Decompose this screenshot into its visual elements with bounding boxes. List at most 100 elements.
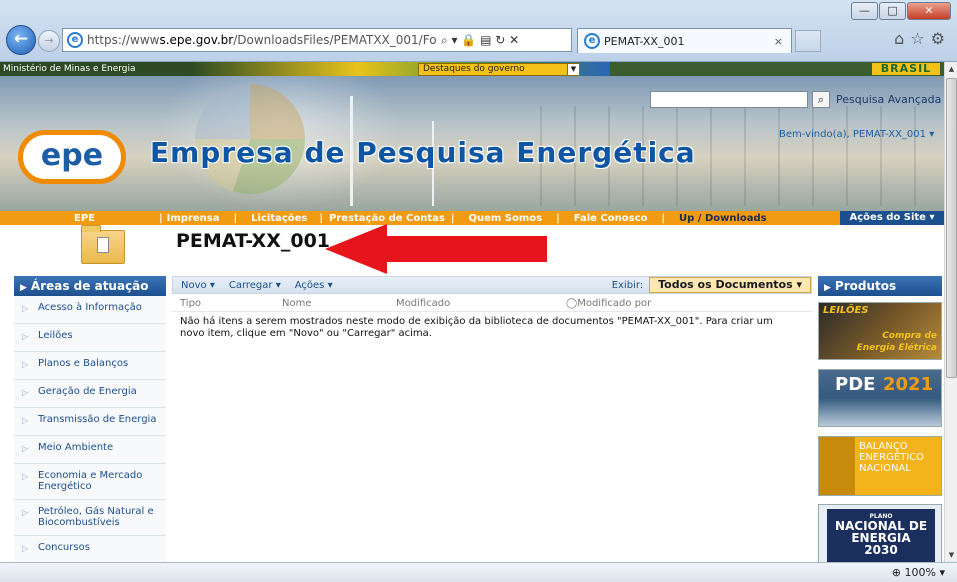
address-bar[interactable]: e https://wwws.epe.gov.br/DownloadsFiles… (62, 28, 572, 52)
new-menu-button[interactable]: Novo ▾ (181, 280, 215, 291)
view-value: Todos os Documentos (658, 278, 793, 291)
upload-menu-button[interactable]: Carregar ▾ (229, 280, 281, 291)
balanco-title: BALANÇO ENERGÉTICO NACIONAL (859, 441, 925, 474)
left-nav-item[interactable]: ▷ Acesso à Informação (14, 296, 166, 324)
nav-separator: | (661, 212, 666, 224)
red-arrow-annotation (325, 224, 547, 274)
nav-item-licitacoes[interactable]: Licitações (237, 213, 319, 224)
bullet-icon: ▷ (22, 508, 29, 517)
gov-highlights-select[interactable]: Destaques do governo ▼ (418, 63, 580, 76)
window-controls: — □ ✕ (850, 2, 951, 20)
advanced-search-link[interactable]: Pesquisa Avançada (836, 93, 941, 106)
tab-title: PEMAT-XX_001 (604, 34, 685, 48)
ministry-label[interactable]: Ministério de Minas e Energia (0, 62, 190, 76)
left-nav-item[interactable]: ▷ Meio Ambiente (14, 436, 166, 464)
nav-separator: | (450, 212, 455, 224)
vertical-scrollbar[interactable]: ▲ ▼ (944, 62, 957, 562)
browser-tab[interactable]: e PEMAT-XX_001 × (577, 28, 792, 53)
nav-separator: | (159, 212, 163, 224)
welcome-user-menu[interactable]: Bem-vindo(a), PEMAT-XX_001 ▾ (779, 129, 934, 140)
left-nav-label: Concursos (38, 542, 90, 553)
url-text[interactable]: https://wwws.epe.gov.br/DownloadsFiles/P… (87, 33, 437, 47)
zoom-level: 100% (904, 566, 936, 579)
main-navbar: EPE | Imprensa | Licitações | Prestação … (0, 211, 944, 225)
gov-highlights-label: Destaques do governo (423, 64, 525, 74)
scroll-up-icon[interactable]: ▲ (945, 62, 957, 76)
nav-separator: | (233, 212, 238, 224)
search-icon[interactable]: ⌕ (812, 91, 830, 108)
column-header-modified[interactable]: Modificado (396, 298, 566, 311)
scroll-thumb[interactable] (946, 78, 957, 378)
leiloes-subtitle-2: Energia Elétrica (856, 343, 937, 353)
areas-heading: ▶ Áreas de atuação (14, 276, 166, 296)
bullet-icon: ▷ (22, 416, 29, 425)
folder-icon (81, 225, 125, 264)
areas-heading-label: Áreas de atuação (30, 279, 149, 293)
column-headers: Tipo Nome Modificado ◯Modificado por (172, 294, 812, 312)
left-nav-item[interactable]: ▷ Concursos (14, 536, 166, 562)
new-label: Novo (181, 279, 207, 291)
pde-banner[interactable]: PDE 2021 (818, 369, 942, 427)
back-arrow-icon[interactable]: ← (6, 25, 36, 55)
actions-label: Ações (294, 279, 325, 291)
upload-label: Carregar (228, 279, 273, 291)
site-actions-label: Ações do Site (849, 212, 926, 223)
view-label: Exibir: (611, 279, 644, 291)
radio-icon: ◯ (566, 298, 578, 309)
pne-banner[interactable]: PLANO NACIONAL DE ENERGIA 2030 (818, 504, 942, 562)
left-nav-label: Planos e Balanços (38, 358, 129, 369)
empty-library-message: Não há itens a serem mostrados neste mod… (180, 316, 773, 339)
left-nav-item[interactable]: ▷ Leilões (14, 324, 166, 352)
products-panel: ▶ Produtos LEILÕES Compra de Energia Elét… (818, 276, 942, 562)
epe-logo[interactable]: epe (18, 130, 126, 184)
nav-item-prestacao[interactable]: Prestação de Contas (323, 213, 451, 224)
scroll-down-icon[interactable]: ▼ (945, 548, 957, 562)
triangle-right-icon: ▶ (20, 283, 27, 293)
search-input[interactable] (650, 91, 808, 108)
nav-separator: | (319, 212, 324, 224)
left-nav-label: Transmissão de Energia (38, 414, 157, 425)
page-content: Ministério de Minas e Energia Destaques … (0, 62, 944, 562)
zoom-control[interactable]: ⊕ 100% ▾ (892, 566, 945, 579)
column-header-name[interactable]: Nome (282, 298, 396, 311)
new-tab-button[interactable] (795, 30, 821, 52)
triangle-right-icon: ▶ (824, 283, 831, 293)
view-select[interactable]: Todos os Documentos ▾ (649, 277, 811, 293)
nav-item-fale-conosco[interactable]: Fale Conosco (560, 213, 662, 224)
pne-year: 2030 (864, 543, 898, 557)
bullet-icon: ▷ (22, 544, 29, 553)
maximize-button[interactable]: □ (879, 2, 906, 20)
leiloes-banner[interactable]: LEILÕES Compra de Energia Elétrica (818, 302, 942, 360)
address-bar-icons[interactable]: ⌕ ▾ 🔒 ▤ ↻ ✕ (441, 33, 519, 48)
left-nav: ▶ Áreas de atuação ▷ Acesso à Informação ▷… (14, 276, 166, 562)
nav-item-imprensa[interactable]: Imprensa (163, 213, 234, 224)
left-nav-label: Geração de Energia (38, 386, 137, 397)
nav-item-epe[interactable]: EPE (0, 213, 159, 224)
bullet-icon: ▷ (22, 444, 29, 453)
zoom-icon: ⊕ (891, 566, 902, 579)
left-nav-label: Economia e Mercado Energético (38, 470, 143, 492)
brasil-logo[interactable]: BRASIL (872, 63, 940, 75)
column-header-type[interactable]: Tipo (180, 298, 282, 311)
forward-arrow-icon[interactable]: → (38, 30, 60, 52)
balanco-banner[interactable]: BALANÇO ENERGÉTICO NACIONAL (818, 436, 942, 496)
left-nav-item[interactable]: ▷ Geração de Energia (14, 380, 166, 408)
left-nav-item[interactable]: ▷ Petróleo, Gás Natural e Biocombustíveis (14, 500, 166, 536)
nav-item-downloads[interactable]: Up / Downloads (665, 213, 773, 224)
browser-chrome: — □ ✕ ← → e https://wwws.epe.gov.br/Down… (0, 0, 957, 62)
gov-bar: Ministério de Minas e Energia Destaques … (0, 62, 944, 76)
left-nav-item[interactable]: ▷ Economia e Mercado Energético (14, 464, 166, 500)
nav-item-quem-somos[interactable]: Quem Somos (454, 213, 556, 224)
minimize-button[interactable]: — (851, 2, 878, 20)
chevron-down-icon: ▼ (567, 64, 579, 75)
column-header-modified-by[interactable]: ◯Modificado por (566, 298, 716, 311)
close-button[interactable]: ✕ (907, 2, 951, 20)
bullet-icon: ▷ (22, 472, 29, 481)
tab-close-icon[interactable]: × (774, 35, 783, 48)
left-nav-item[interactable]: ▷ Planos e Balanços (14, 352, 166, 380)
home-star-gear-icons[interactable]: ⌂☆⚙ (894, 29, 951, 48)
actions-menu-button[interactable]: Ações ▾ (295, 280, 333, 291)
left-nav-item[interactable]: ▷ Transmissão de Energia (14, 408, 166, 436)
site-actions-menu[interactable]: Ações do Site ▾ (840, 211, 944, 225)
library-toolbar: Novo ▾ Carregar ▾ Ações ▾ Exibir: Todos … (172, 276, 812, 294)
